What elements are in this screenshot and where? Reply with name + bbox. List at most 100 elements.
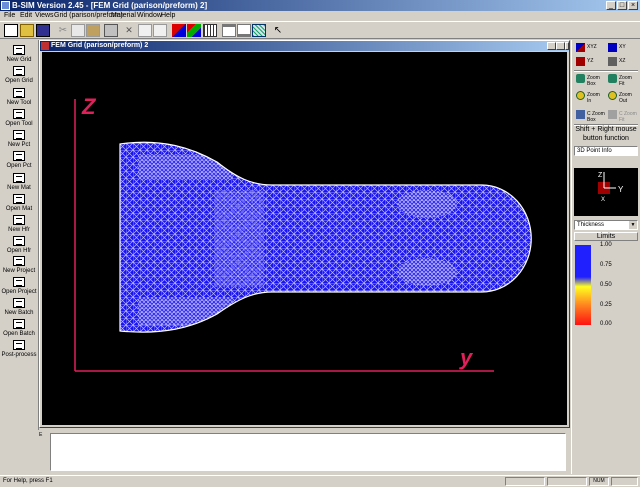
zoom-out-button[interactable]: Zoom Out [608, 91, 638, 104]
c-zoom-fit-button[interactable]: C Zoom Fit [608, 110, 638, 123]
status-num-indicator: NUM [589, 477, 609, 486]
menu-help[interactable]: Help [161, 11, 175, 21]
post-process-button[interactable]: Post-process [0, 340, 38, 359]
window-title-bar[interactable]: B-SIM Version 2.45 - [FEM Grid (parison/… [0, 0, 640, 11]
open-project-button[interactable]: Open Project [0, 277, 38, 296]
result-type-select[interactable]: Thickness ▼ [574, 220, 638, 230]
fem-grid-window-icon[interactable] [41, 42, 49, 50]
color-grid-2-icon[interactable] [187, 24, 201, 37]
menu-edit[interactable]: Edit [20, 11, 32, 21]
open-pct-button[interactable]: Open Pct [0, 151, 38, 170]
print-icon[interactable] [104, 24, 118, 37]
scale-value-000: 0.00 [600, 321, 612, 327]
separator [574, 70, 638, 72]
new-tool-button[interactable]: New Tool [0, 88, 38, 107]
paste-icon[interactable] [86, 24, 100, 37]
zoom-in-button[interactable]: Zoom In [576, 91, 606, 104]
new-batch-button[interactable]: New Batch [0, 298, 38, 317]
left-tool-panel: New Grid Open Grid New Tool Open Tool Ne… [0, 40, 39, 474]
scale-value-025: 0.25 [600, 302, 612, 308]
status-text: For Help, press F1 [3, 478, 53, 484]
mini-axis-x: X [601, 197, 605, 203]
new-grid-button[interactable]: New Grid [0, 45, 38, 64]
hint-line-1: Shift + Right mouse [575, 126, 637, 133]
zoom-out-icon [608, 91, 617, 100]
close-button[interactable]: × [628, 1, 638, 10]
limits-button[interactable]: Limits [574, 232, 638, 241]
save-icon[interactable] [36, 24, 50, 37]
color-grid-icon[interactable] [172, 24, 186, 37]
new-file-icon[interactable] [4, 24, 18, 37]
mini-axis-z: Z [598, 172, 603, 179]
open-mat-button[interactable]: Open Mat [0, 194, 38, 213]
view-yz-button[interactable]: YZ [576, 57, 606, 67]
fem-grid-window[interactable]: FEM Grid (parison/preform) 2 Z y [39, 40, 570, 428]
new-mat-button[interactable]: New Mat [0, 173, 38, 192]
open-grid-button[interactable]: Open Grid [0, 66, 38, 85]
menu-file[interactable]: File [4, 11, 15, 21]
help-pointer-icon[interactable]: ↖ [271, 24, 285, 37]
chevron-down-icon[interactable]: ▼ [629, 221, 637, 229]
view-xyz-icon [576, 43, 585, 52]
new-tool-icon [13, 88, 25, 98]
mesh-icon[interactable] [252, 24, 266, 37]
view-xy-button[interactable]: XY [608, 43, 638, 53]
right-view-panel: XYZ XY YZ XZ Zoom Box Zoom Fit Zoom In Z… [571, 40, 640, 474]
open-batch-button[interactable]: Open Batch [0, 319, 38, 338]
child-restore-button[interactable] [556, 42, 565, 50]
zoom-in-icon [576, 91, 585, 100]
open-grid-icon [13, 66, 25, 76]
open-folder-icon[interactable] [20, 24, 34, 37]
output-text-area[interactable] [50, 433, 566, 471]
xy-axes-icon[interactable]: ✕ [122, 24, 136, 37]
grid-icon[interactable] [203, 24, 217, 37]
zoom-box-button[interactable]: Zoom Box [576, 74, 606, 87]
c-zoom-box-icon [576, 110, 585, 119]
new-hfr-button[interactable]: New Hfr [0, 215, 38, 234]
maximize-button[interactable]: □ [617, 1, 627, 10]
open-hfr-icon [13, 236, 25, 246]
scale-value-100: 1.00 [600, 242, 612, 248]
cut-icon[interactable]: ✂ [56, 24, 70, 37]
minimize-button[interactable]: _ [606, 1, 616, 10]
output-bar: E [38, 430, 570, 474]
point-info-field[interactable]: 3D Point Info [574, 146, 638, 156]
copy-icon[interactable] [71, 24, 85, 37]
fem-grid-title-bar[interactable]: FEM Grid (parison/preform) 2 [40, 41, 569, 51]
open-hfr-button[interactable]: Open Hfr [0, 236, 38, 255]
menu-window[interactable]: Window [137, 11, 162, 21]
c-zoom-box-button[interactable]: C Zoom Box [576, 110, 606, 123]
open-project-icon [13, 277, 25, 287]
new-pct-icon [13, 130, 25, 140]
status-bar: For Help, press F1 NUM [0, 475, 640, 487]
zoom-fit-button[interactable]: Zoom Fit [608, 74, 638, 87]
child-close-button[interactable] [565, 42, 569, 50]
new-grid-icon [13, 45, 25, 55]
open-tool-icon [13, 109, 25, 119]
new-mat-icon [13, 173, 25, 183]
toolbar: ✂ ✕ ↖ [0, 21, 640, 39]
status-pane-1 [505, 477, 545, 486]
new-project-button[interactable]: New Project [0, 256, 38, 275]
menu-material[interactable]: Material [111, 11, 136, 21]
fem-grid-canvas[interactable]: Z y [42, 52, 567, 425]
status-pane-4 [611, 477, 638, 486]
app-icon[interactable] [1, 1, 10, 10]
menu-views[interactable]: Views [35, 11, 54, 21]
view-xz-icon [608, 57, 617, 66]
new-pct-button[interactable]: New Pct [0, 130, 38, 149]
view-xz-button[interactable]: XZ [608, 57, 638, 67]
axis-label-z: Z [81, 94, 97, 119]
hint-line-2: button function [583, 135, 629, 142]
window-icon[interactable] [222, 24, 236, 37]
c-zoom-fit-icon [608, 110, 617, 119]
thickness-color-scale [575, 245, 591, 325]
window-2-icon[interactable] [237, 24, 251, 37]
mesh-drawing[interactable]: Z y [42, 52, 567, 425]
open-tool-button[interactable]: Open Tool [0, 109, 38, 128]
mail-icon[interactable] [138, 24, 152, 37]
list-icon[interactable] [153, 24, 167, 37]
output-bar-grip[interactable]: E [39, 432, 47, 438]
view-xyz-button[interactable]: XYZ [576, 43, 606, 53]
child-minimize-button[interactable] [547, 42, 556, 50]
